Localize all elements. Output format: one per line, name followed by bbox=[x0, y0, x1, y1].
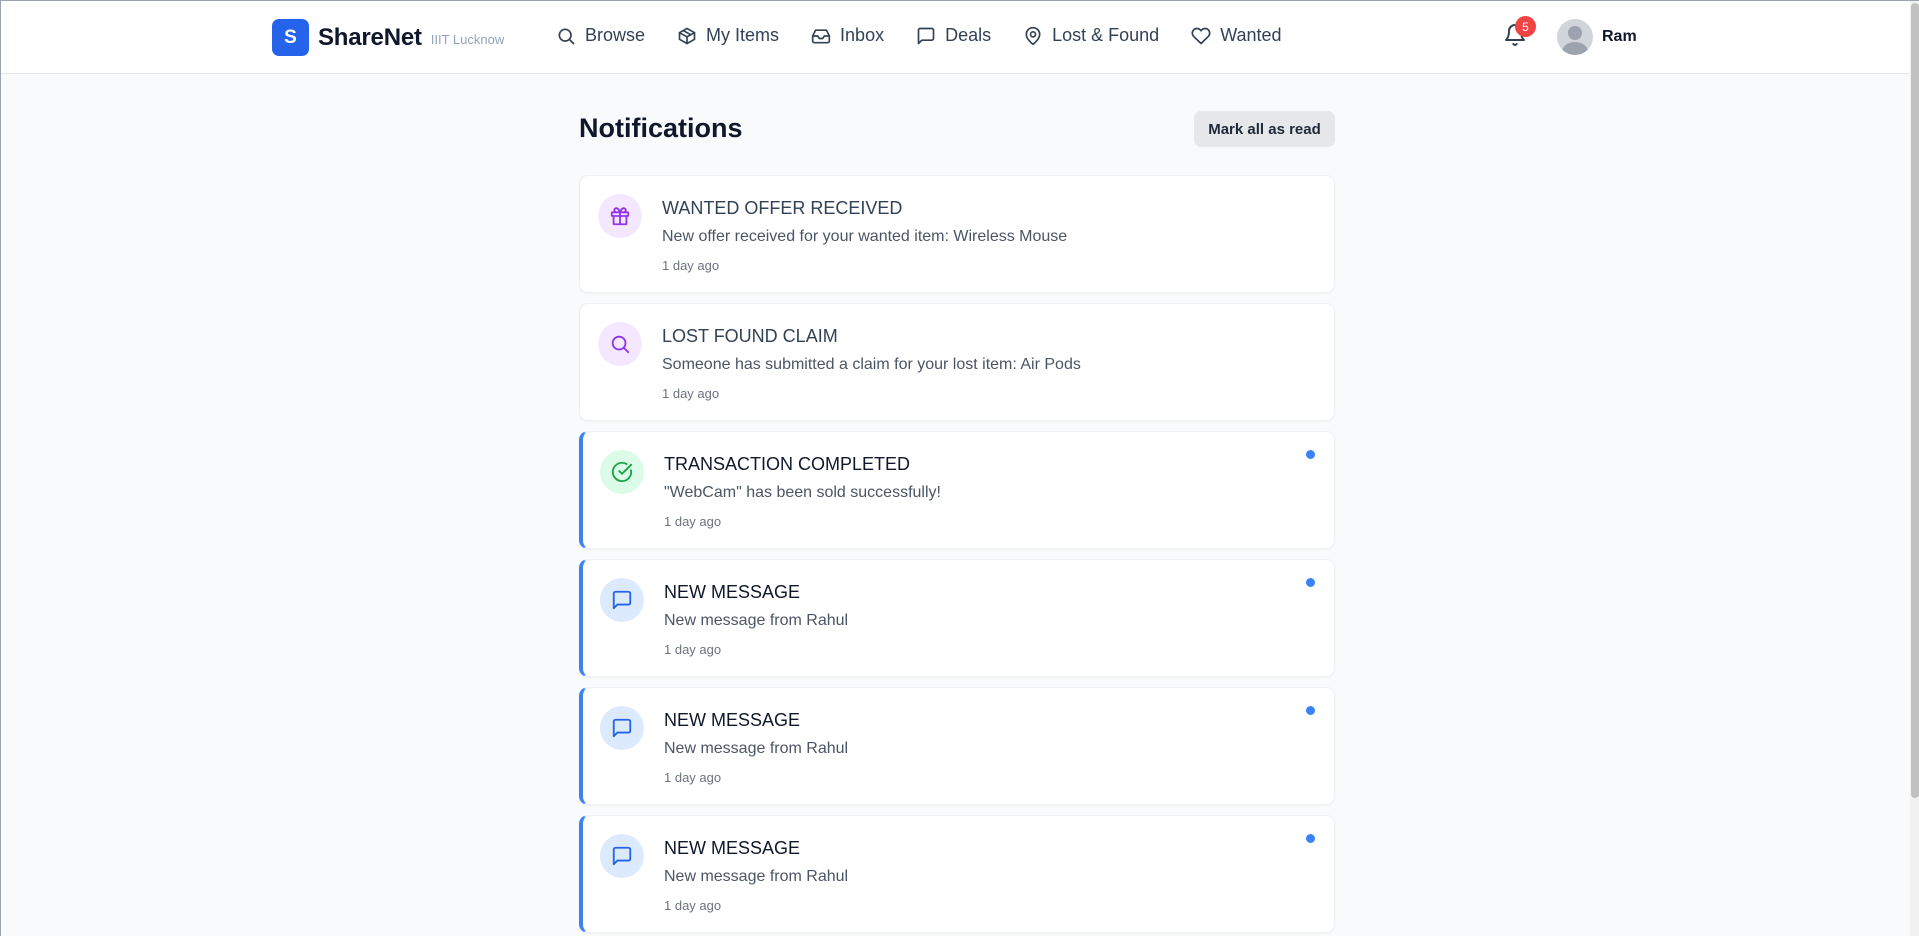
notification-time: 1 day ago bbox=[664, 770, 722, 785]
notification-icon-wrap bbox=[598, 322, 642, 366]
notification-icon-wrap bbox=[600, 834, 644, 878]
nav-label: My Items bbox=[706, 25, 780, 45]
notification-message: "WebCam" has been sold successfully! bbox=[664, 484, 941, 501]
notification-title: NEW MESSAGE bbox=[664, 582, 801, 602]
package-icon bbox=[678, 27, 696, 44]
map-pin-icon bbox=[1025, 26, 1041, 45]
notification-message: New message from Rahul bbox=[664, 868, 849, 885]
brand-name[interactable]: ShareNet bbox=[318, 24, 422, 52]
nav-item-deals[interactable]: Deals bbox=[916, 25, 991, 46]
notification-item-unread[interactable]: TRANSACTION COMPLETED "WebCam" has been … bbox=[579, 431, 1335, 549]
notification-count-badge: 5 bbox=[1515, 16, 1536, 37]
notification-title: NEW MESSAGE bbox=[664, 838, 801, 858]
check-circle-icon bbox=[611, 461, 633, 482]
notification-time: 1 day ago bbox=[662, 386, 720, 401]
message-square-icon bbox=[612, 718, 632, 738]
notification-time: 1 day ago bbox=[664, 642, 722, 657]
unread-dot bbox=[1306, 578, 1315, 587]
nav-label: Inbox bbox=[840, 25, 885, 45]
notification-message: Someone has submitted a claim for your l… bbox=[662, 356, 1081, 373]
brand-subtitle: IIIT Lucknow bbox=[430, 31, 505, 47]
notification-list: WANTED OFFER RECEIVED New offer received… bbox=[579, 175, 1335, 936]
message-square-icon bbox=[917, 27, 935, 44]
unread-dot bbox=[1306, 706, 1315, 715]
message-square-icon bbox=[612, 590, 632, 610]
notification-title: NEW MESSAGE bbox=[664, 710, 801, 730]
gift-icon bbox=[610, 207, 630, 226]
nav-item-lost-found[interactable]: Lost & Found bbox=[1023, 25, 1159, 46]
notification-item[interactable]: WANTED OFFER RECEIVED New offer received… bbox=[579, 175, 1335, 293]
notifications-bell[interactable]: 5 bbox=[1503, 16, 1536, 51]
brand[interactable]: S ShareNet IIIT Lucknow bbox=[272, 19, 504, 56]
search-icon bbox=[558, 28, 575, 44]
unread-dot bbox=[1306, 450, 1315, 459]
nav-item-my-items[interactable]: My Items bbox=[677, 25, 779, 46]
nav-item-browse[interactable]: Browse bbox=[556, 25, 645, 46]
notification-item-unread[interactable]: NEW MESSAGE New message from Rahul 1 day… bbox=[579, 815, 1335, 933]
brand-logo[interactable]: S bbox=[272, 19, 309, 56]
notification-message: New offer received for your wanted item:… bbox=[662, 228, 1068, 245]
top-navbar: S ShareNet IIIT Lucknow Browse My Items … bbox=[1, 1, 1910, 74]
notification-icon-wrap bbox=[598, 194, 642, 238]
notification-message: New message from Rahul bbox=[664, 612, 849, 629]
main-nav: Browse My Items Inbox Deals Lost & Found… bbox=[556, 25, 1314, 46]
nav-label: Browse bbox=[585, 25, 646, 45]
notification-item-unread[interactable]: NEW MESSAGE New message from Rahul 1 day… bbox=[579, 559, 1335, 677]
message-square-icon bbox=[612, 846, 632, 866]
scrollbar-thumb[interactable] bbox=[1911, 3, 1919, 798]
inbox-icon bbox=[811, 28, 831, 44]
page-scrollbar[interactable] bbox=[1910, 1, 1919, 936]
notification-item[interactable]: LOST FOUND CLAIM Someone has submitted a… bbox=[579, 303, 1335, 421]
search-icon bbox=[611, 335, 630, 354]
page-title: Notifications bbox=[579, 113, 743, 143]
nav-label: Deals bbox=[945, 25, 992, 45]
user-menu[interactable]: Ram bbox=[1557, 19, 1637, 55]
avatar[interactable] bbox=[1557, 19, 1593, 55]
notification-title: LOST FOUND CLAIM bbox=[662, 326, 838, 346]
notification-icon-wrap bbox=[600, 450, 644, 494]
notification-title: TRANSACTION COMPLETED bbox=[664, 454, 911, 474]
heart-icon bbox=[1191, 27, 1211, 44]
notification-title: WANTED OFFER RECEIVED bbox=[662, 198, 903, 218]
mark-all-read-button[interactable]: Mark all as read bbox=[1194, 111, 1335, 147]
notification-time: 1 day ago bbox=[662, 258, 720, 273]
nav-label: Wanted bbox=[1220, 25, 1282, 45]
unread-dot bbox=[1306, 834, 1315, 843]
notification-icon-wrap bbox=[600, 706, 644, 750]
nav-item-inbox[interactable]: Inbox bbox=[811, 25, 884, 46]
nav-item-wanted[interactable]: Wanted bbox=[1191, 25, 1282, 46]
nav-label: Lost & Found bbox=[1052, 25, 1160, 45]
notification-time: 1 day ago bbox=[664, 898, 722, 913]
notification-message: New message from Rahul bbox=[664, 740, 849, 757]
notification-item-unread[interactable]: NEW MESSAGE New message from Rahul 1 day… bbox=[579, 687, 1335, 805]
user-name: Ram bbox=[1602, 28, 1637, 45]
notification-icon-wrap bbox=[600, 578, 644, 622]
notification-time: 1 day ago bbox=[664, 514, 722, 529]
